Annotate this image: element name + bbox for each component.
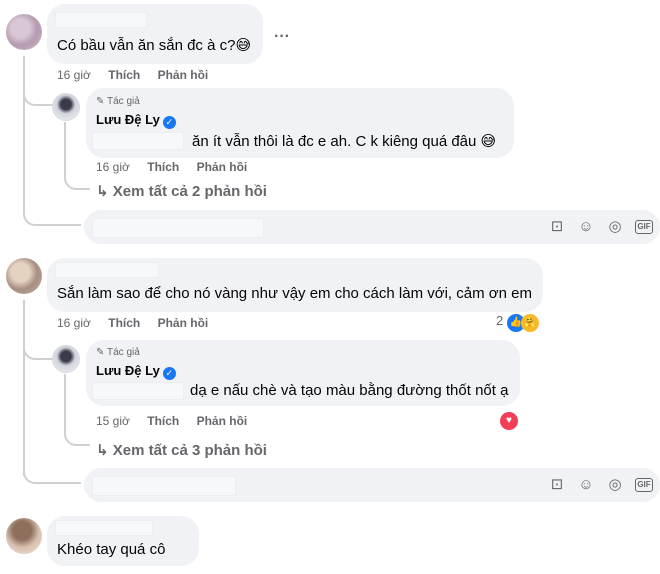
comment-actions: 16 giờ Thích Phản hồi — [57, 68, 208, 82]
commenter-avatar[interactable] — [6, 258, 42, 294]
like-button[interactable]: Thích — [147, 414, 179, 428]
thread-branch — [64, 170, 90, 190]
thread-line — [23, 56, 25, 216]
comment-bubble: Có bầu vẫn ăn sắn đc à c?😅 — [47, 4, 263, 64]
reply-input[interactable]: ⊡ ☺ ◎ GIF — [84, 210, 660, 244]
sticker-icon[interactable]: ⊡ — [548, 476, 566, 494]
reply-time[interactable]: 15 giờ — [96, 414, 130, 428]
thread-branch — [64, 426, 90, 446]
reply-arrow-icon: ↳ — [96, 442, 109, 459]
comment-text: Sắn làm sao để cho nó vàng như vậy em ch… — [57, 285, 532, 302]
like-button[interactable]: Thích — [147, 160, 179, 174]
gif-icon[interactable]: GIF — [635, 220, 653, 234]
author-avatar[interactable] — [52, 345, 80, 373]
author-reply-text: ăn ít vẫn thôi là đc e ah. C k kiêng quá… — [192, 133, 477, 150]
author-tag: Tác giả — [107, 96, 140, 107]
thread-line — [64, 122, 66, 172]
reaction-count: 2 — [496, 313, 504, 328]
sticker-icon[interactable]: ⊡ — [548, 218, 566, 236]
thread-branch — [23, 336, 53, 360]
author-avatar[interactable] — [52, 93, 80, 121]
reply-time[interactable]: 16 giờ — [96, 160, 130, 174]
reaction-summary[interactable]: 2 👍 🤗 — [496, 313, 539, 332]
reply-input-redacted — [92, 476, 236, 496]
more-options-button[interactable]: ··· — [274, 28, 290, 46]
reply-input[interactable]: ⊡ ☺ ◎ GIF — [84, 468, 660, 502]
thread-branch — [23, 206, 81, 226]
view-all-replies-link[interactable]: ↳ Xem tất cả 3 phản hồi — [96, 441, 267, 459]
comment-time[interactable]: 16 giờ — [57, 316, 91, 330]
verified-badge-icon: ✓ — [162, 116, 176, 129]
commenter-name-redacted[interactable] — [55, 520, 153, 536]
reply-actions: 15 giờ Thích Phản hồi — [96, 414, 247, 428]
reply-button[interactable]: Phản hồi — [197, 414, 248, 428]
comment-bubble: Sắn làm sao để cho nó vàng như vậy em ch… — [47, 258, 543, 312]
comment-bubble: Khéo tay quá cô — [47, 516, 199, 566]
pencil-icon: ✎ — [96, 96, 105, 107]
author-name-link[interactable]: Lưu Đệ Ly ✓ — [96, 112, 176, 129]
commenter-name-redacted[interactable] — [55, 12, 147, 28]
reply-button[interactable]: Phản hồi — [197, 160, 248, 174]
grin-sweat-emoji: 😅 — [480, 133, 497, 150]
author-tag: Tác giả — [107, 347, 140, 358]
love-reaction-icon[interactable]: ♥ — [500, 412, 518, 430]
gif-icon[interactable]: GIF — [635, 478, 653, 492]
view-replies-label: Xem tất cả 3 phản hồi — [112, 442, 267, 459]
emoji-icon[interactable]: ☺ — [577, 476, 595, 494]
thread-branch — [23, 82, 53, 106]
pencil-icon: ✎ — [96, 347, 105, 358]
author-reply-bubble: ✎ Tác giả Lưu Đệ Ly ✓ dạ e nấu chè và tạo… — [86, 340, 520, 406]
author-name-link[interactable]: Lưu Đệ Ly ✓ — [96, 363, 176, 380]
author-reply-text: dạ e nấu chè và tạo màu bằng đường thốt … — [190, 382, 509, 399]
mention-redacted[interactable] — [92, 132, 184, 150]
view-all-replies-link[interactable]: ↳ Xem tất cả 2 phản hồi — [96, 182, 267, 200]
reply-input-redacted — [92, 218, 264, 238]
reply-button[interactable]: Phản hồi — [158, 316, 209, 330]
camera-icon[interactable]: ◎ — [606, 218, 624, 236]
reply-button[interactable]: Phản hồi — [158, 68, 209, 82]
mention-redacted[interactable] — [92, 382, 184, 400]
grin-sweat-emoji: 😅 — [235, 37, 252, 54]
thread-branch — [23, 464, 81, 484]
comment-actions: 16 giờ Thích Phản hồi — [57, 316, 208, 330]
comment-time[interactable]: 16 giờ — [57, 68, 91, 82]
thread-line — [64, 374, 66, 428]
commenter-avatar[interactable] — [6, 14, 42, 50]
author-name[interactable]: Lưu Đệ Ly — [96, 363, 160, 378]
like-button[interactable]: Thích — [108, 68, 140, 82]
commenter-name-redacted[interactable] — [55, 262, 159, 278]
emoji-icon[interactable]: ☺ — [577, 218, 595, 236]
verified-badge-icon: ✓ — [162, 367, 176, 380]
comment-text: Có bầu vẫn ăn sắn đc à c? — [57, 37, 236, 54]
care-reaction-icon: 🤗 — [520, 314, 539, 332]
thread-line — [23, 300, 25, 476]
view-replies-label: Xem tất cả 2 phản hồi — [112, 183, 267, 200]
reply-arrow-icon: ↳ — [96, 183, 109, 200]
reply-actions: 16 giờ Thích Phản hồi — [96, 160, 247, 174]
comment-text: Khéo tay quá cô — [57, 541, 166, 558]
author-name[interactable]: Lưu Đệ Ly — [96, 112, 160, 127]
camera-icon[interactable]: ◎ — [606, 476, 624, 494]
author-reply-bubble: ✎ Tác giả Lưu Đệ Ly ✓ ăn ít vẫn thôi là đ… — [86, 88, 514, 158]
like-button[interactable]: Thích — [108, 316, 140, 330]
commenter-avatar[interactable] — [6, 518, 42, 554]
